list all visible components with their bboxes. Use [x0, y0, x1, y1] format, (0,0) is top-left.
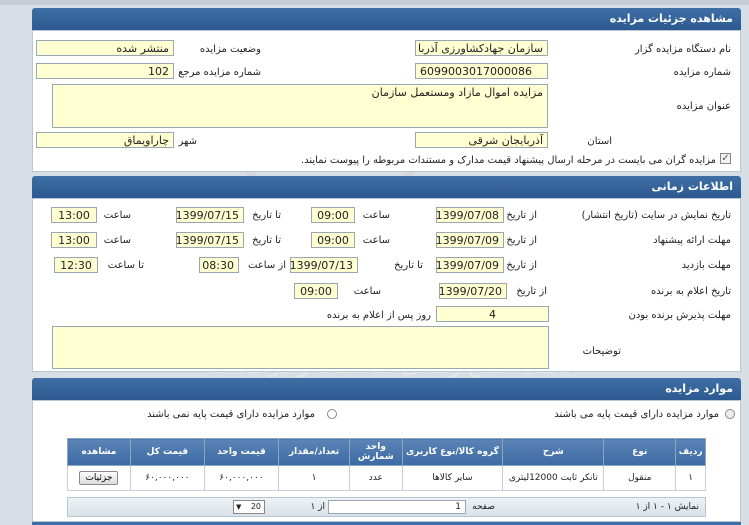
pager-page-input[interactable]: 1: [328, 500, 466, 514]
cell-view: جزئیات: [67, 465, 131, 491]
publish-to-time: 13:00: [51, 207, 97, 223]
table-row: ۱ منقول تانکر ثابت 12000لیتری سایر کالاه…: [67, 465, 706, 491]
publish-from-time: 09:00: [311, 207, 355, 223]
radio-without-base-label: موارد مزایده دارای قیمت پایه نمی باشند: [147, 409, 315, 420]
to-date-label: تا تاریخ: [252, 235, 281, 246]
cell-total-price: ۶۰,۰۰۰,۰۰۰: [129, 465, 205, 491]
visit-from-date: 1399/07/09: [436, 257, 504, 273]
items-title: موارد مزایده: [665, 382, 733, 395]
from-time-label: ساعت: [362, 235, 390, 246]
cell-type: منقول: [603, 465, 677, 491]
from-time-label: ساعت: [362, 210, 390, 221]
status-label: وضعیت مزایده: [199, 44, 261, 55]
to-date-label: تا تاریخ: [394, 260, 423, 271]
page-size-select[interactable]: 20 ▼: [233, 500, 265, 514]
publish-to-date: 1399/07/15: [176, 207, 244, 223]
offer-to-date: 1399/07/15: [176, 232, 244, 248]
from-date-label: از تاریخ: [506, 210, 537, 221]
col-unit-price: قیمت واحد: [203, 438, 280, 466]
cell-description: تانکر ثابت 12000لیتری: [502, 465, 605, 491]
timing-title: اطلاعات زمانی: [651, 180, 733, 193]
radio-without-base-price[interactable]: [327, 409, 337, 419]
radio-with-base-price[interactable]: [725, 409, 735, 419]
timing-row-label: تاریخ نمایش در سایت (تاریخ انتشار): [581, 210, 731, 221]
description-field: [52, 326, 549, 369]
announce-time: 09:00: [294, 283, 338, 299]
visit-from-time: 08:30: [199, 257, 239, 273]
province-field: آذربایجان شرقی: [415, 132, 548, 148]
announce-time-label: ساعت: [353, 286, 381, 297]
offer-to-time: 13:00: [51, 232, 97, 248]
offer-from-time: 09:00: [311, 232, 355, 248]
chevron-down-icon: ▼: [236, 503, 242, 511]
subject-field: مزایده اموال مازاد ومستعمل سازمان: [52, 84, 548, 128]
from-time-label: از ساعت: [248, 260, 286, 271]
ref-label: شماره مزایده مرجع: [178, 67, 261, 78]
publish-from-date: 1399/07/08: [436, 207, 504, 223]
col-row-number: ردیف: [675, 438, 706, 466]
note-text: مزایده گران می بایست در مرحله ارسال پیشن…: [300, 155, 716, 166]
details-button[interactable]: جزئیات: [79, 471, 119, 485]
subject-label: عنوان مزایده: [676, 101, 731, 112]
timing-row-label: مهلت بازدید: [681, 260, 731, 271]
timing-row-label: مهلت ارائه پیشنهاد: [653, 235, 731, 246]
province-label: استان: [587, 136, 612, 147]
to-date-label: تا تاریخ: [252, 210, 281, 221]
accept-value: 4: [436, 306, 549, 322]
cell-group: سایر کالاها: [401, 465, 504, 491]
col-quantity: تعداد/مقدار: [278, 438, 351, 466]
org-field: سازمان جهادکشاورزی آذربا: [415, 40, 548, 56]
number-field: 6099003017000086: [415, 63, 548, 79]
page-size-value: 20: [250, 502, 261, 511]
col-type: نوع: [603, 438, 677, 466]
details-header: مشاهده جزئیات مزایده: [32, 8, 741, 30]
org-label: نام دستگاه مزایده گزار: [634, 44, 731, 55]
pager-page-label: صفحه: [472, 502, 495, 512]
accept-label: مهلت پذیرش برنده بودن: [628, 310, 732, 321]
to-time-label: ساعت: [103, 235, 131, 246]
pager-of-label: از ۱: [310, 502, 325, 512]
city-label: شهر: [178, 136, 197, 147]
visit-to-time: 12:30: [54, 257, 98, 273]
to-time-label: ساعت: [103, 210, 131, 221]
radio-with-base-label: موارد مزایده دارای قیمت پایه می باشند: [554, 409, 719, 420]
announce-from-label: از تاریخ: [516, 286, 547, 297]
offer-from-date: 1399/07/09: [436, 232, 504, 248]
ref-field: 102: [36, 63, 174, 79]
top-strip: [0, 0, 749, 5]
cell-quantity: ۱: [278, 465, 351, 491]
visit-to-date: 1399/07/13: [290, 257, 358, 273]
to-time-label: تا ساعت: [107, 260, 144, 271]
number-label: شماره مزایده: [673, 67, 731, 78]
announce-label: تاریخ اعلام به برنده: [650, 286, 731, 297]
pager-status: نمایش ۱ - ۱ از ۱: [635, 502, 699, 512]
items-header: موارد مزایده: [32, 378, 741, 400]
details-title: مشاهده جزئیات مزایده: [609, 12, 733, 25]
cell-row-number: ۱: [675, 465, 706, 491]
city-field: چاراویماق: [36, 132, 174, 148]
accept-suffix: روز پس از اعلام به برنده: [326, 310, 431, 321]
cell-unit-price: ۶۰,۰۰۰,۰۰۰: [203, 465, 280, 491]
cell-unit: عدد: [349, 465, 403, 491]
from-date-label: از تاریخ: [506, 260, 537, 271]
items-table: ردیف نوع شرح گروه کالا/نوع کاربری واحد ش…: [67, 438, 706, 503]
announce-date: 1399/07/20: [439, 283, 507, 299]
status-field: منتشر شده: [36, 40, 174, 56]
col-unit: واحد شمارش: [349, 438, 403, 466]
note-checkbox[interactable]: ✓: [720, 153, 731, 164]
col-view: مشاهده: [67, 438, 131, 466]
timing-header: اطلاعات زمانی: [32, 176, 741, 198]
col-total-price: قیمت کل: [129, 438, 205, 466]
description-label: توضیحات: [582, 346, 621, 357]
col-description: شرح: [502, 438, 605, 466]
col-group: گروه کالا/نوع کاربری: [401, 438, 504, 466]
table-header-row: ردیف نوع شرح گروه کالا/نوع کاربری واحد ش…: [67, 438, 706, 466]
from-date-label: از تاریخ: [506, 235, 537, 246]
